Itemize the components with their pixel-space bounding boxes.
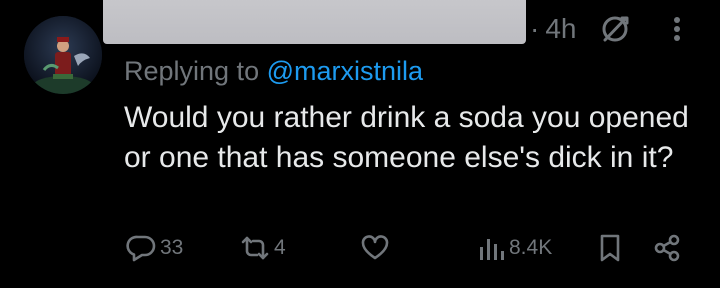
share-button[interactable] bbox=[652, 226, 682, 270]
repost-icon bbox=[241, 236, 269, 260]
redacted-author-name bbox=[103, 0, 526, 44]
avatar[interactable] bbox=[24, 16, 102, 94]
views-count: 8.4K bbox=[509, 236, 553, 259]
share-icon bbox=[654, 234, 680, 262]
grok-icon[interactable] bbox=[598, 12, 632, 46]
action-bar: 33 4 8.4K bbox=[0, 226, 720, 270]
replying-to: Replying to @marxistnila bbox=[124, 56, 423, 87]
reply-count: 33 bbox=[160, 236, 184, 259]
views-button[interactable]: 8.4K bbox=[477, 226, 552, 270]
bookmark-icon bbox=[600, 234, 620, 262]
timestamp[interactable]: 4h bbox=[545, 13, 576, 45]
bookmark-button[interactable] bbox=[597, 226, 623, 270]
tweet-meta: · 4h bbox=[530, 12, 682, 46]
repost-count: 4 bbox=[274, 236, 286, 259]
meta-separator: · bbox=[530, 13, 540, 44]
repost-button[interactable]: 4 bbox=[240, 226, 286, 270]
reply-icon bbox=[126, 235, 156, 262]
heart-icon bbox=[361, 235, 389, 260]
reply-button[interactable]: 33 bbox=[126, 226, 183, 270]
replying-to-handle[interactable]: @marxistnila bbox=[267, 56, 423, 86]
tweet-text: Would you rather drink a soda you opened… bbox=[124, 101, 689, 174]
avatar-image bbox=[24, 16, 102, 94]
views-chart-icon bbox=[480, 239, 504, 260]
more-vertical-icon[interactable] bbox=[672, 14, 682, 44]
replying-to-label: Replying to bbox=[124, 56, 267, 86]
like-button[interactable] bbox=[360, 226, 390, 270]
